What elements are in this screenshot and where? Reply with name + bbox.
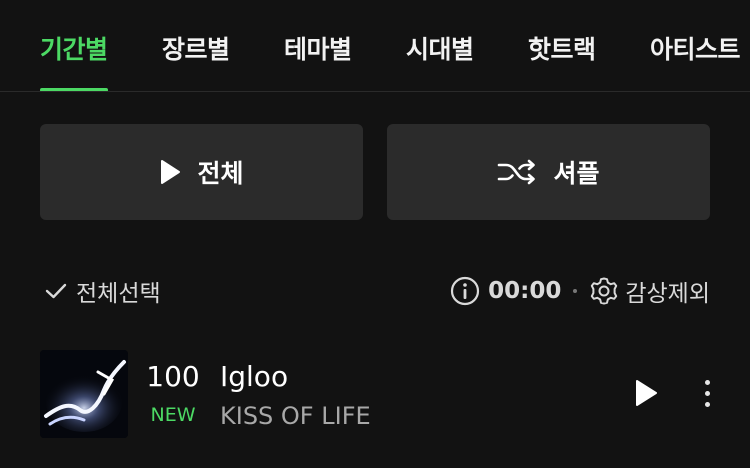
track-play-button[interactable]: [628, 374, 664, 412]
play-all-label: 전체: [197, 159, 244, 188]
more-dot: [704, 390, 710, 396]
tab-theme[interactable]: 테마별: [284, 30, 352, 91]
tab-period[interactable]: 기간별: [40, 30, 108, 91]
tab-era[interactable]: 시대별: [406, 30, 474, 91]
shuffle-icon: [497, 158, 537, 186]
tab-label: 장르별: [162, 35, 230, 64]
tab-label: 기간별: [40, 35, 108, 64]
category-tabs: 기간별 장르별 테마별 시대별 핫트랙 아티스트: [0, 0, 750, 92]
shuffle-button[interactable]: 셔플: [387, 124, 710, 220]
more-dot: [704, 379, 710, 385]
track-row[interactable]: 100 NEW Igloo KISS OF LIFE: [0, 346, 750, 442]
more-vertical-icon[interactable]: [694, 374, 720, 412]
tab-label: 핫트랙: [528, 35, 596, 64]
more-dot: [704, 401, 710, 407]
chart-page: 기간별 장르별 테마별 시대별 핫트랙 아티스트 전체 셔플 전체선택 00:0…: [0, 0, 750, 468]
active-tab-indicator: [40, 88, 108, 91]
timer-button[interactable]: 00:00: [450, 276, 561, 306]
track-artist[interactable]: KISS OF LIFE: [220, 402, 371, 430]
select-all-button[interactable]: 전체선택: [44, 268, 161, 314]
tab-artist[interactable]: 아티스트: [650, 30, 741, 91]
toolbar-right: 00:00 감상제외: [450, 268, 710, 314]
play-icon: [633, 378, 659, 408]
track-title[interactable]: Igloo: [220, 360, 288, 393]
separator-dot: [573, 289, 578, 293]
tab-label: 시대별: [406, 35, 474, 64]
tab-genre[interactable]: 장르별: [162, 30, 230, 91]
new-badge: NEW: [150, 404, 196, 426]
list-toolbar: 전체선택 00:00 감상제외: [0, 268, 750, 314]
play-all-button[interactable]: 전체: [40, 124, 363, 220]
exclude-listening-label: 감상제외: [625, 281, 710, 307]
album-cover[interactable]: [40, 350, 128, 438]
shuffle-label: 셔플: [553, 159, 600, 188]
timer-value: 00:00: [488, 278, 562, 304]
tab-label: 테마별: [284, 35, 352, 64]
check-icon: [44, 281, 68, 301]
select-all-label: 전체선택: [76, 281, 161, 307]
play-icon: [159, 159, 181, 185]
gear-icon: [589, 276, 619, 306]
info-icon: [450, 276, 480, 306]
tab-hot-track[interactable]: 핫트랙: [528, 30, 596, 91]
tab-label: 아티스트: [650, 35, 741, 64]
chart-rank: 100: [146, 360, 200, 393]
exclude-listening-button[interactable]: 감상제외: [589, 274, 710, 308]
